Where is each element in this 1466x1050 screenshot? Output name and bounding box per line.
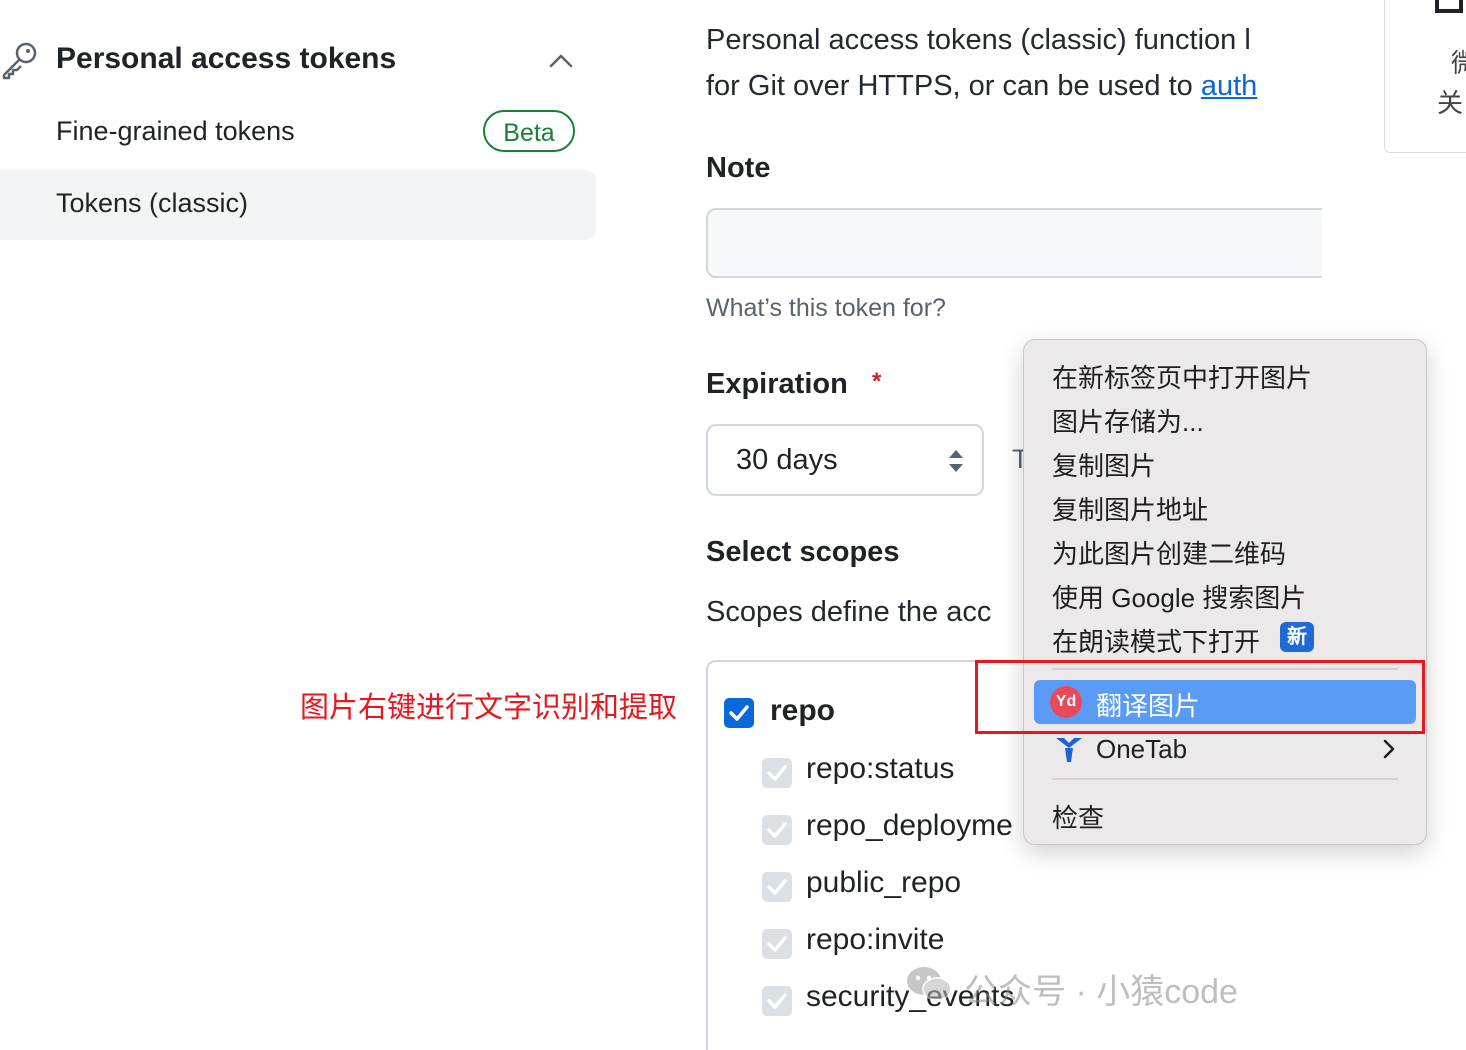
required-asterisk: * bbox=[872, 368, 882, 395]
chevron-up-icon[interactable] bbox=[546, 46, 576, 76]
select-arrows-icon bbox=[949, 450, 963, 472]
sidebar-item-label: Tokens (classic) bbox=[56, 188, 249, 218]
expiration-selected-value: 30 days bbox=[736, 444, 838, 476]
scopes-label: Select scopes bbox=[706, 536, 900, 568]
sidebar-item-label: Fine-grained tokens bbox=[56, 116, 295, 146]
new-badge: 新 bbox=[1280, 622, 1314, 652]
auth-link[interactable]: auth bbox=[1201, 70, 1257, 102]
repo-status-checkbox[interactable] bbox=[762, 758, 792, 788]
note-label: Note bbox=[706, 152, 771, 184]
scope-label: public_repo bbox=[806, 866, 962, 899]
repo-checkbox[interactable] bbox=[724, 698, 754, 728]
side-widget[interactable]: 微 关 bbox=[1384, 0, 1466, 153]
menu-item-onetab[interactable]: OneTab bbox=[1096, 734, 1187, 765]
check-icon bbox=[767, 936, 787, 952]
check-icon bbox=[767, 993, 787, 1009]
onetab-icon bbox=[1056, 738, 1082, 762]
public-repo-checkbox[interactable] bbox=[762, 872, 792, 902]
scope-label: repo:status bbox=[806, 752, 955, 785]
sidebar-item-tokens-classic[interactable]: Tokens (classic) bbox=[0, 170, 596, 240]
sidebar-section-title: Personal access tokens bbox=[56, 42, 397, 75]
watermark: 公众号 · 小猿code bbox=[904, 960, 1284, 1011]
wechat-icon bbox=[907, 967, 952, 1001]
repo-scope-label: repo bbox=[770, 694, 836, 727]
scopes-description: Scopes define the acc bbox=[706, 596, 992, 628]
check-icon bbox=[767, 765, 787, 781]
description-line-2: for Git over HTTPS, or can be used to au… bbox=[706, 70, 1257, 103]
expiration-select[interactable]: 30 days bbox=[706, 424, 984, 496]
widget-icon bbox=[1435, 0, 1463, 13]
key-icon bbox=[2, 42, 37, 80]
widget-text: 关 bbox=[1437, 88, 1464, 118]
check-icon bbox=[767, 879, 787, 895]
annotation-highlight-box bbox=[975, 660, 1425, 734]
menu-item-copy-image[interactable]: 复制图片 bbox=[1052, 446, 1156, 483]
menu-item-save-image-as[interactable]: 图片存储为... bbox=[1052, 402, 1204, 439]
sidebar-section-header[interactable]: Personal access tokens bbox=[0, 30, 600, 90]
watermark-text: 公众号 · 小猿code bbox=[964, 973, 1238, 1011]
menu-item-copy-image-address[interactable]: 复制图片地址 bbox=[1052, 490, 1208, 527]
check-icon bbox=[729, 705, 749, 721]
description-text: for Git over HTTPS, or can be used to bbox=[706, 70, 1201, 102]
menu-item-open-reading-mode[interactable]: 在朗读模式下打开 bbox=[1052, 622, 1260, 659]
expiration-label: Expiration bbox=[706, 368, 848, 400]
annotation-text: 图片右键进行文字识别和提取 bbox=[300, 692, 678, 724]
security-events-checkbox[interactable] bbox=[762, 986, 792, 1016]
menu-item-search-image-google[interactable]: 使用 Google 搜索图片 bbox=[1052, 578, 1306, 615]
context-menu: 在新标签页中打开图片 图片存储为... 复制图片 复制图片地址 为此图片创建二维… bbox=[1023, 339, 1427, 845]
note-hint: What’s this token for? bbox=[706, 294, 946, 322]
menu-item-inspect[interactable]: 检查 bbox=[1052, 798, 1104, 835]
check-icon bbox=[767, 822, 787, 838]
repo-deployment-checkbox[interactable] bbox=[762, 815, 792, 845]
repo-invite-checkbox[interactable] bbox=[762, 929, 792, 959]
description-line-1: Personal access tokens (classic) functio… bbox=[706, 24, 1251, 56]
menu-item-open-image-new-tab[interactable]: 在新标签页中打开图片 bbox=[1052, 358, 1312, 395]
scope-label: repo:invite bbox=[806, 923, 945, 956]
note-input[interactable] bbox=[706, 208, 1322, 278]
chevron-right-icon bbox=[1383, 739, 1395, 759]
menu-separator bbox=[1052, 778, 1398, 780]
widget-text: 微 bbox=[1451, 43, 1466, 80]
menu-item-create-qr-code[interactable]: 为此图片创建二维码 bbox=[1052, 534, 1286, 571]
scope-label: repo_deployme bbox=[806, 809, 1013, 842]
beta-badge: Beta bbox=[483, 110, 575, 152]
